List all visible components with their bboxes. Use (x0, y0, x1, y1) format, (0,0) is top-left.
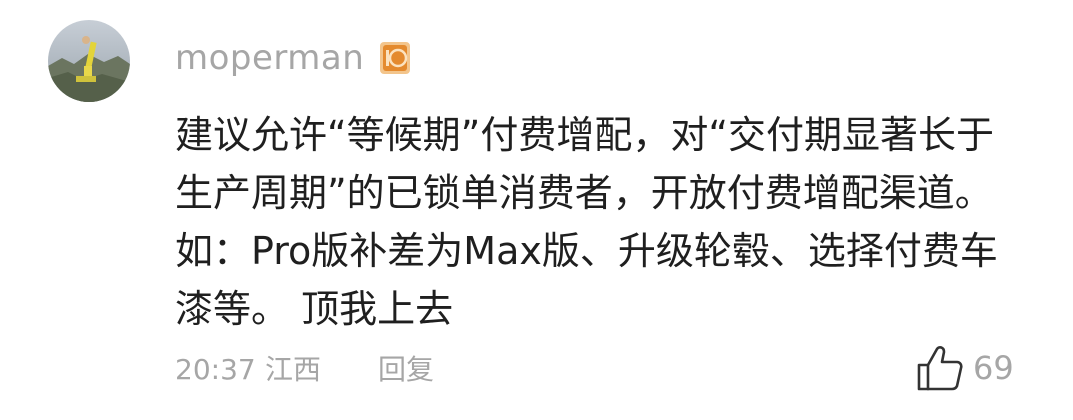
comment-text: 建议允许“等候期”付费增配，对“交付期显著长于 生产周期”的已锁单消费者，开放付… (175, 106, 1035, 338)
comment-location: 江西 (265, 353, 322, 386)
username[interactable]: moperman (175, 34, 364, 82)
comment-line: 生产周期”的已锁单消费者，开放付费增配渠道。 (175, 171, 993, 215)
avatar-image (48, 20, 130, 102)
comment-time: 20:37 (175, 353, 256, 386)
like-button[interactable]: 69 (915, 338, 1014, 398)
like-count: 69 (973, 349, 1014, 387)
comment-line: 如：Pro版补差为Max版、升级轮毂、选择付费车 (175, 229, 998, 273)
thumbs-up-icon (917, 346, 963, 391)
comment-line: 漆等。 顶我上去 (175, 287, 454, 331)
comment-line: 建议允许“等候期”付费增配，对“交付期显著长于 (175, 113, 995, 157)
avatar[interactable] (48, 20, 130, 102)
level-badge-icon (380, 42, 410, 74)
reply-button[interactable]: 回复 (378, 348, 434, 392)
